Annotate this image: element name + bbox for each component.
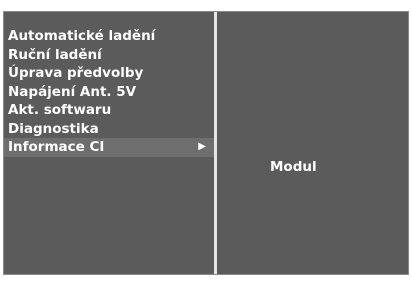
menu-item-automatic-tuning[interactable]: Automatické ladění [4,27,214,46]
menu-item-label: Informace CI [8,139,105,155]
submenu-option-module[interactable]: Modul [270,159,317,175]
osd-menu-screen: Automatické ladění Ruční ladění Úprava p… [3,11,409,275]
menu-item-manual-tuning[interactable]: Ruční ladění [4,46,214,65]
menu-item-label: Úprava předvolby [8,65,144,81]
main-menu-panel: Automatické ladění Ruční ladění Úprava p… [4,12,214,274]
menu-item-ci-information[interactable]: Informace CI ▶ [4,138,214,157]
submenu-panel: Modul [217,12,408,274]
menu-item-diagnostics[interactable]: Diagnostika [4,120,214,139]
menu-item-software-update[interactable]: Akt. softwaru [4,101,214,120]
menu-item-label: Napájení Ant. 5V [8,83,137,100]
menu-item-label: Akt. softwaru [8,102,112,118]
menu-item-label: Ruční ladění [8,46,102,63]
setup-menu-list: Automatické ladění Ruční ladění Úprava p… [4,27,214,157]
menu-item-antenna-power[interactable]: Napájení Ant. 5V [4,83,214,102]
menu-item-label: Diagnostika [8,120,99,137]
menu-item-edit-presets[interactable]: Úprava předvolby [4,64,214,83]
submenu-arrow-icon: ▶ [198,141,206,152]
menu-item-label: Automatické ladění [8,28,156,44]
